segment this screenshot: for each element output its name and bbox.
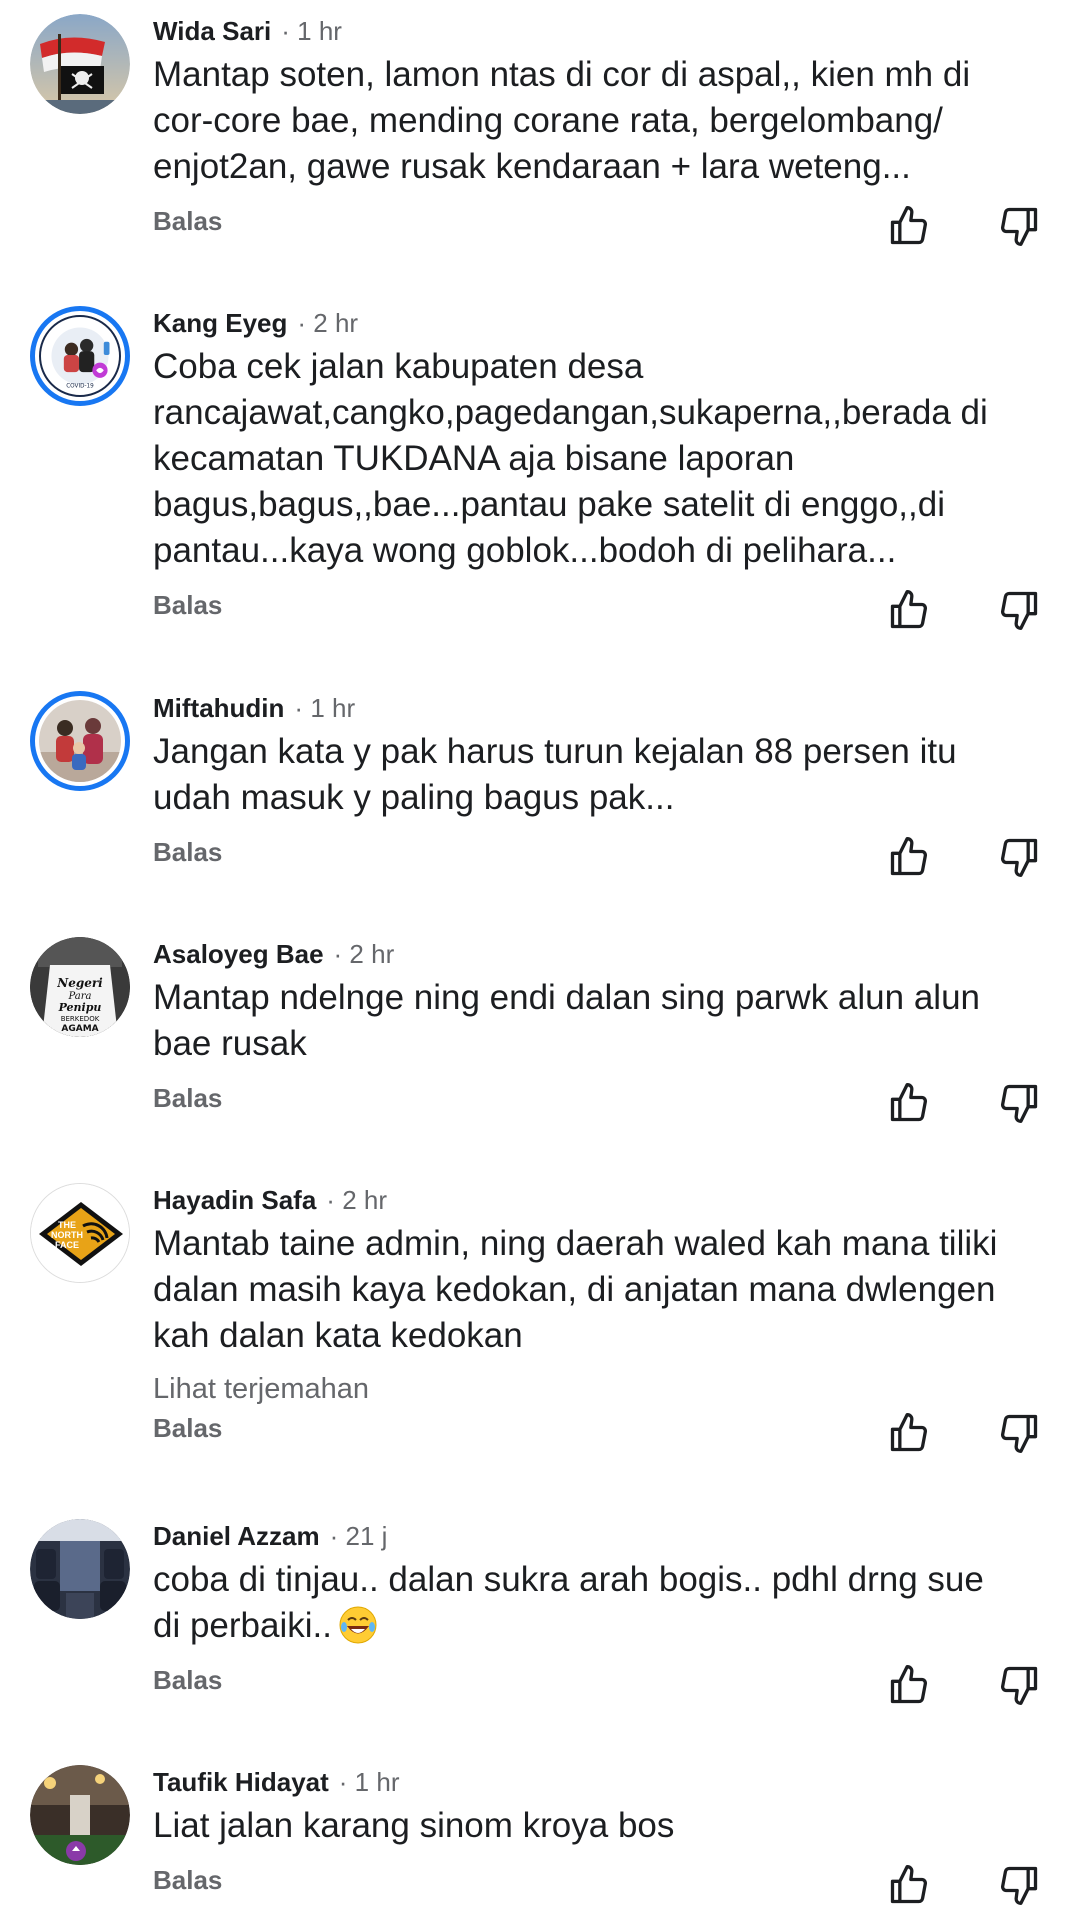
- comment-text: Liat jalan karang sinom kroya bos: [153, 1806, 675, 1845]
- thumbs-down-icon: [1000, 838, 1038, 877]
- avatar[interactable]: Negeri Para Penipu BERKEDOK AGAMA: [30, 937, 130, 1037]
- comment-author[interactable]: Miftahudin: [153, 691, 284, 725]
- avatar-text-1: Negeri: [56, 976, 103, 990]
- avatar-image-logo: THE NORTH FACE: [31, 1184, 129, 1282]
- thumbs-down-icon: [1000, 1666, 1038, 1705]
- like-button[interactable]: [887, 204, 931, 248]
- comment-author[interactable]: Hayadin Safa: [153, 1183, 316, 1217]
- reply-button[interactable]: Balas: [153, 1865, 222, 1896]
- laughing-tears-emoji-icon: [339, 1606, 377, 1644]
- thumbs-up-icon: [890, 837, 928, 876]
- reply-button[interactable]: Balas: [153, 206, 222, 237]
- dislike-button[interactable]: [997, 835, 1041, 879]
- thumbs-down-icon: [1000, 1414, 1038, 1453]
- like-button[interactable]: [887, 835, 931, 879]
- comment-time: 2 hr: [326, 1183, 387, 1217]
- comment-time: 1 hr: [339, 1765, 400, 1799]
- avatar-text-4: BERKEDOK: [61, 1015, 100, 1023]
- avatar-text-5: AGAMA: [61, 1024, 98, 1034]
- dislike-button[interactable]: [997, 1863, 1041, 1907]
- reply-button[interactable]: Balas: [153, 1083, 222, 1114]
- comment-time: 2 hr: [334, 937, 394, 971]
- thumbs-up-icon: [890, 1865, 928, 1904]
- thumbs-down-icon: [1000, 207, 1038, 246]
- reply-button[interactable]: Balas: [153, 1413, 222, 1444]
- comment-author[interactable]: Daniel Azzam: [153, 1519, 320, 1553]
- like-button[interactable]: [887, 1081, 931, 1125]
- avatar[interactable]: [30, 1765, 130, 1865]
- comment-text: Mantap soten, lamon ntas di cor di aspal…: [153, 55, 971, 186]
- thumbs-up-icon: [890, 590, 928, 629]
- avatar[interactable]: [30, 14, 130, 114]
- comment-author[interactable]: Kang Eyeg: [153, 306, 287, 340]
- like-button[interactable]: [887, 588, 931, 632]
- avatar-text-3: Penipu: [58, 1001, 102, 1014]
- avatar-image-family: [39, 700, 121, 782]
- dislike-button[interactable]: [997, 1663, 1041, 1707]
- like-button[interactable]: [887, 1663, 931, 1707]
- comment-author[interactable]: Wida Sari: [153, 14, 271, 48]
- dislike-button[interactable]: [997, 1411, 1041, 1455]
- comment-text-content: coba di tinjau.. dalan sukra arah bogis.…: [153, 1560, 984, 1645]
- avatar-image-badge: COVID-19: [41, 317, 119, 395]
- reply-button[interactable]: Balas: [153, 1665, 222, 1696]
- avatar-image-street: [30, 1765, 130, 1865]
- avatar-image-bus-interior: [30, 1519, 130, 1619]
- avatar[interactable]: COVID-19: [30, 306, 130, 406]
- thumbs-down-icon: [1000, 1866, 1038, 1905]
- logo-text-3: FACE: [55, 1240, 79, 1250]
- avatar-badge-text: COVID-19: [66, 383, 94, 389]
- reply-button[interactable]: Balas: [153, 837, 222, 868]
- avatar[interactable]: THE NORTH FACE: [30, 1183, 130, 1283]
- comment-text: coba di tinjau.. dalan sukra arah bogis.…: [153, 1557, 1053, 1649]
- comment-time: 1 hr: [294, 691, 355, 725]
- comment-author[interactable]: Taufik Hidayat: [153, 1765, 329, 1799]
- reply-button[interactable]: Balas: [153, 590, 222, 621]
- avatar[interactable]: [30, 1519, 130, 1619]
- comment-text: Mantab taine admin, ning daerah waled ka…: [153, 1224, 998, 1355]
- like-button[interactable]: [887, 1411, 931, 1455]
- comment-text: Mantap ndelnge ning endi dalan sing parw…: [153, 978, 980, 1063]
- thumbs-up-icon: [890, 1665, 928, 1704]
- avatar[interactable]: [30, 691, 130, 791]
- comment-text: Coba cek jalan kabupaten desa rancajawat…: [153, 347, 988, 570]
- comment-author[interactable]: Asaloyeg Bae: [153, 937, 324, 971]
- avatar-image-flag: [30, 14, 130, 114]
- comment-time: 2 hr: [297, 306, 358, 340]
- dislike-button[interactable]: [997, 204, 1041, 248]
- logo-text-2: NORTH: [51, 1230, 83, 1240]
- like-button[interactable]: [887, 1863, 931, 1907]
- thumbs-up-icon: [890, 206, 928, 245]
- thumbs-up-icon: [890, 1083, 928, 1122]
- see-translation-link[interactable]: Lihat terjemahan: [153, 1369, 1053, 1409]
- comment-time: 1 hr: [281, 14, 342, 48]
- dislike-button[interactable]: [997, 1081, 1041, 1125]
- comment-text: Jangan kata y pak harus turun kejalan 88…: [153, 732, 957, 817]
- thumbs-down-icon: [1000, 1084, 1038, 1123]
- thumbs-down-icon: [1000, 591, 1038, 630]
- comment-time: 21 j: [330, 1519, 388, 1553]
- avatar-image-text-shirt: Negeri Para Penipu BERKEDOK AGAMA: [30, 937, 130, 1037]
- dislike-button[interactable]: [997, 588, 1041, 632]
- thumbs-up-icon: [890, 1413, 928, 1452]
- logo-text-1: THE: [58, 1220, 76, 1230]
